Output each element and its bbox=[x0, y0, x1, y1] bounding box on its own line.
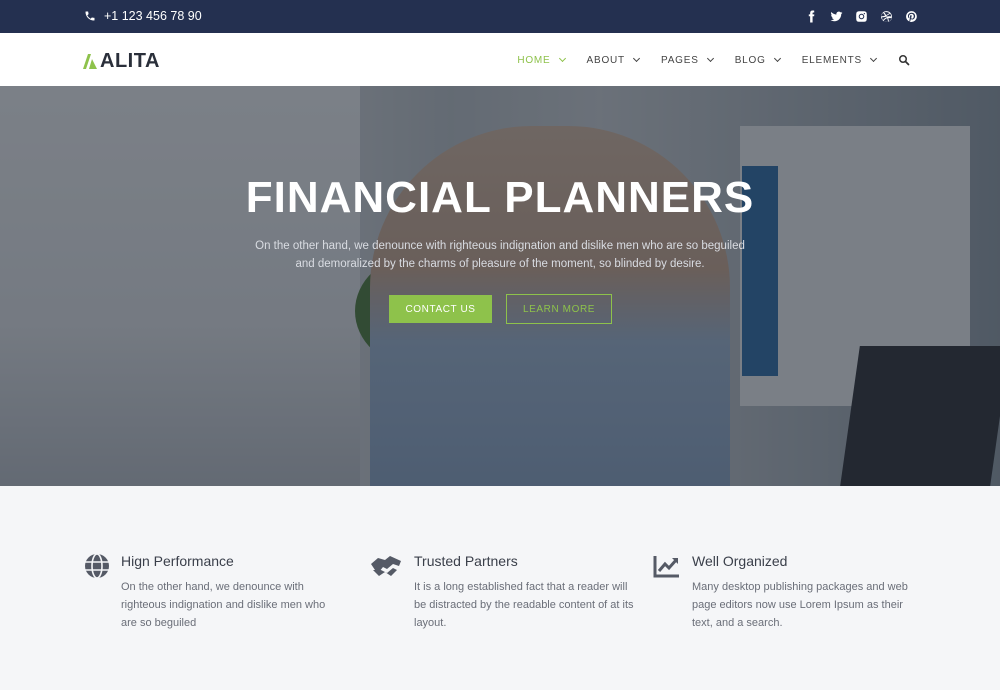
nav-label: ABOUT bbox=[586, 54, 625, 66]
hero-subtitle: On the other hand, we denounce with righ… bbox=[255, 240, 745, 270]
chevron-down-icon bbox=[632, 54, 641, 62]
feature-title: Well Organized bbox=[692, 553, 788, 569]
feature-title: Hign Performance bbox=[121, 553, 234, 569]
nav-label: HOME bbox=[517, 54, 551, 66]
phone-icon bbox=[85, 11, 95, 21]
chevron-down-icon bbox=[706, 54, 714, 62]
chevron-down-icon bbox=[773, 54, 781, 62]
chart-icon bbox=[653, 556, 679, 578]
chevron-down-icon bbox=[869, 54, 878, 62]
instagram-icon[interactable] bbox=[855, 9, 868, 23]
hero-overlay bbox=[0, 86, 1000, 486]
feature-text: On the other hand, we denounce with righ… bbox=[121, 581, 326, 629]
social-links bbox=[805, 9, 918, 23]
chevron-down-icon bbox=[558, 54, 566, 62]
handshake-icon bbox=[371, 556, 401, 576]
nav-item-pages[interactable]: PAGES bbox=[660, 54, 714, 66]
search-icon[interactable] bbox=[898, 54, 910, 66]
main-navbar: ALITA HOME ABOUT PAGES BLOG ELEMENTS bbox=[0, 33, 1000, 86]
hero-title: FINANCIAL PLANNERS bbox=[245, 173, 755, 222]
learn-more-button[interactable]: LEARN MORE bbox=[506, 294, 612, 324]
feature-text: It is a long established fact that a rea… bbox=[414, 581, 634, 629]
hero-banner: FINANCIAL PLANNERS On the other hand, we… bbox=[0, 86, 1000, 486]
top-bar: +1 123 456 78 90 bbox=[0, 0, 1000, 33]
nav-item-home[interactable]: HOME bbox=[517, 54, 566, 66]
pinterest-icon[interactable] bbox=[905, 9, 918, 23]
facebook-icon[interactable] bbox=[805, 9, 818, 23]
nav-label: PAGES bbox=[660, 54, 699, 66]
phone-number: +1 123 456 78 90 bbox=[104, 9, 202, 23]
twitter-icon[interactable] bbox=[830, 9, 843, 23]
nav-label: BLOG bbox=[734, 54, 766, 66]
nav-menu: HOME ABOUT PAGES BLOG ELEMENTS bbox=[495, 54, 910, 66]
logo[interactable]: ALITA bbox=[83, 50, 160, 73]
features-section: Hign Performance On the other hand, we d… bbox=[0, 486, 1000, 690]
feature-title: Trusted Partners bbox=[414, 553, 518, 569]
feature-text: Many desktop publishing packages and web… bbox=[692, 581, 908, 629]
logo-mark-icon bbox=[83, 54, 97, 69]
contact-us-button[interactable]: CONTACT US bbox=[389, 295, 492, 323]
nav-item-elements[interactable]: ELEMENTS bbox=[801, 54, 878, 66]
nav-item-about[interactable]: ABOUT bbox=[586, 54, 641, 66]
nav-label: ELEMENTS bbox=[801, 54, 862, 66]
nav-item-blog[interactable]: BLOG bbox=[734, 54, 781, 66]
phone-contact[interactable]: +1 123 456 78 90 bbox=[84, 9, 202, 23]
dribbble-icon[interactable] bbox=[880, 9, 893, 23]
globe-icon bbox=[85, 553, 109, 579]
logo-text: ALITA bbox=[100, 50, 160, 72]
